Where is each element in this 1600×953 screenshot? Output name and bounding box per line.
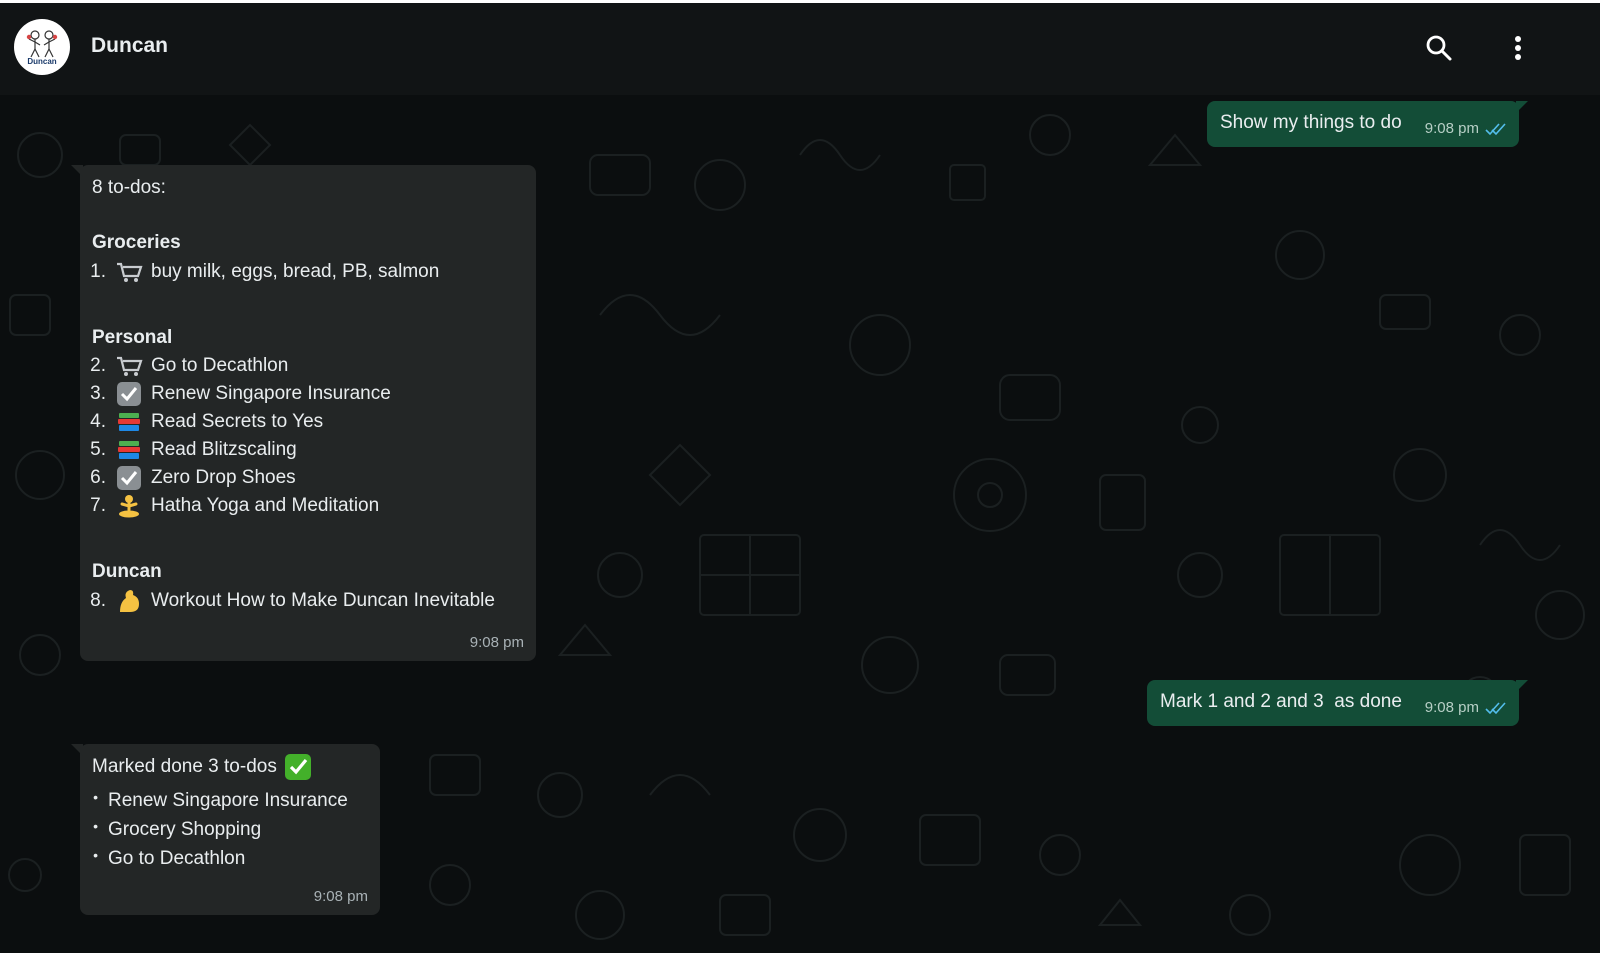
check-mark-icon xyxy=(114,381,144,407)
list-item: • Go to Decathlon xyxy=(80,844,348,873)
todo-text: Read Blitzscaling xyxy=(151,439,297,460)
search-icon xyxy=(1426,35,1452,61)
more-vertical-icon xyxy=(1515,36,1521,60)
todo-number: 3. xyxy=(90,383,106,404)
outgoing-message[interactable]: Show my things to do 9:08 pm xyxy=(1207,101,1528,147)
todo-item[interactable]: 2. Go to Decathlon xyxy=(80,352,391,380)
message-text: Show my things to do xyxy=(1220,112,1402,133)
todo-text: Zero Drop Shoes xyxy=(151,467,296,488)
message-time: 9:08 pm xyxy=(313,888,368,905)
confirmation-text: Marked done 3 to-dos xyxy=(92,756,277,777)
todo-section-title: Duncan xyxy=(92,561,162,583)
flexed-biceps-icon xyxy=(114,588,144,614)
message-meta: 9:08 pm xyxy=(470,634,524,651)
todo-item[interactable]: 6. Zero Drop Shoes xyxy=(80,464,391,492)
bullet-icon: • xyxy=(93,846,98,863)
todo-text: Workout How to Make Duncan Inevitable xyxy=(151,590,495,611)
search-button[interactable] xyxy=(1422,31,1456,65)
section-title-groceries: Groceries xyxy=(92,232,181,253)
avatar[interactable]: Duncan xyxy=(14,19,70,75)
confirmation-line: Marked done 3 to-dos xyxy=(92,754,320,780)
todo-list-groceries: 1. buy milk, eggs, bread, PB, salmon xyxy=(80,258,439,286)
todo-item[interactable]: 4. Read Secrets to Yes xyxy=(80,408,391,436)
todo-text: Hatha Yoga and Meditation xyxy=(151,495,380,516)
todo-number: 8. xyxy=(90,590,106,611)
todo-item[interactable]: 8. Workout How to Make Duncan Inevitable xyxy=(80,587,495,615)
todo-text: Read Secrets to Yes xyxy=(151,411,324,432)
check-box-green-icon xyxy=(283,754,313,780)
todo-item[interactable]: 1. buy milk, eggs, bread, PB, salmon xyxy=(80,258,439,286)
todo-section-title: Personal xyxy=(92,327,172,349)
books-icon xyxy=(114,409,144,435)
avatar-figures-icon xyxy=(26,29,58,57)
chat-window: Duncan Duncan Show my things to do 9:08 … xyxy=(0,3,1600,953)
done-list: • Renew Singapore Insurance • Grocery Sh… xyxy=(80,786,348,873)
bubble-tail xyxy=(1516,101,1528,113)
bullet-icon: • xyxy=(93,788,98,805)
message-meta: 9:08 pm xyxy=(314,888,368,905)
incoming-message[interactable]: Marked done 3 to-dos • Renew Singapore I… xyxy=(71,744,380,915)
message-time: 9:08 pm xyxy=(1424,120,1479,137)
cart-icon xyxy=(114,353,144,379)
double-check-icon xyxy=(1485,122,1506,135)
todo-item[interactable]: 7. Hatha Yoga and Meditation xyxy=(80,492,391,520)
section-title-duncan: Duncan xyxy=(92,561,162,582)
bubble-tail xyxy=(71,165,83,177)
todo-number: 2. xyxy=(90,355,106,376)
section-title-personal: Personal xyxy=(92,327,173,348)
contact-name[interactable]: Duncan xyxy=(91,34,168,58)
cart-icon xyxy=(114,259,144,285)
todo-number: 7. xyxy=(90,495,106,516)
incoming-message[interactable]: 8 to-dos: Groceries 1. buy milk, eggs, b… xyxy=(71,165,536,661)
todo-number: 4. xyxy=(90,411,106,432)
todo-text: Go to Decathlon xyxy=(151,355,289,376)
todo-item[interactable]: 3. Renew Singapore Insurance xyxy=(80,380,391,408)
list-item-text: Go to Decathlon xyxy=(108,847,246,869)
list-item-text: Grocery Shopping xyxy=(108,818,262,840)
todo-count: 8 to-dos: xyxy=(92,177,166,198)
todo-number: 6. xyxy=(90,467,106,488)
message-list[interactable]: Show my things to do 9:08 pm 8 to-dos: G… xyxy=(0,95,1600,953)
todo-item[interactable]: 5. Read Blitzscaling xyxy=(80,436,391,464)
outgoing-message[interactable]: Mark 1 and 2 and 3 as done 9:08 pm xyxy=(1147,680,1528,726)
avatar-label: Duncan xyxy=(27,56,57,66)
list-item-text: Renew Singapore Insurance xyxy=(108,789,348,811)
double-check-icon xyxy=(1485,701,1506,714)
todo-list-duncan: 8. Workout How to Make Duncan Inevitable xyxy=(80,587,495,615)
message-text: Mark 1 and 2 and 3 as done xyxy=(1160,691,1402,712)
menu-button[interactable] xyxy=(1501,31,1535,65)
message-meta: 9:08 pm xyxy=(1425,699,1507,716)
check-mark-icon xyxy=(114,465,144,491)
yoga-icon xyxy=(114,493,144,519)
todo-list-personal: 2. Go to Decathlon 3. Renew Singapore In… xyxy=(80,352,391,520)
todo-number: 5. xyxy=(90,439,106,460)
bubble-tail xyxy=(1516,680,1528,692)
chat-header: Duncan Duncan xyxy=(0,3,1600,95)
list-item: • Grocery Shopping xyxy=(80,815,348,844)
todo-section-title: Groceries xyxy=(92,232,181,254)
message-time: 9:08 pm xyxy=(1424,699,1479,716)
message-meta: 9:08 pm xyxy=(1425,120,1507,137)
todo-number: 1. xyxy=(90,261,106,282)
bubble-tail xyxy=(71,744,83,756)
bullet-icon: • xyxy=(93,817,98,834)
books-icon xyxy=(114,437,144,463)
todo-text: buy milk, eggs, bread, PB, salmon xyxy=(151,261,440,282)
message-time: 9:08 pm xyxy=(469,634,524,651)
list-item: • Renew Singapore Insurance xyxy=(80,786,348,815)
todo-text: Renew Singapore Insurance xyxy=(151,383,391,404)
